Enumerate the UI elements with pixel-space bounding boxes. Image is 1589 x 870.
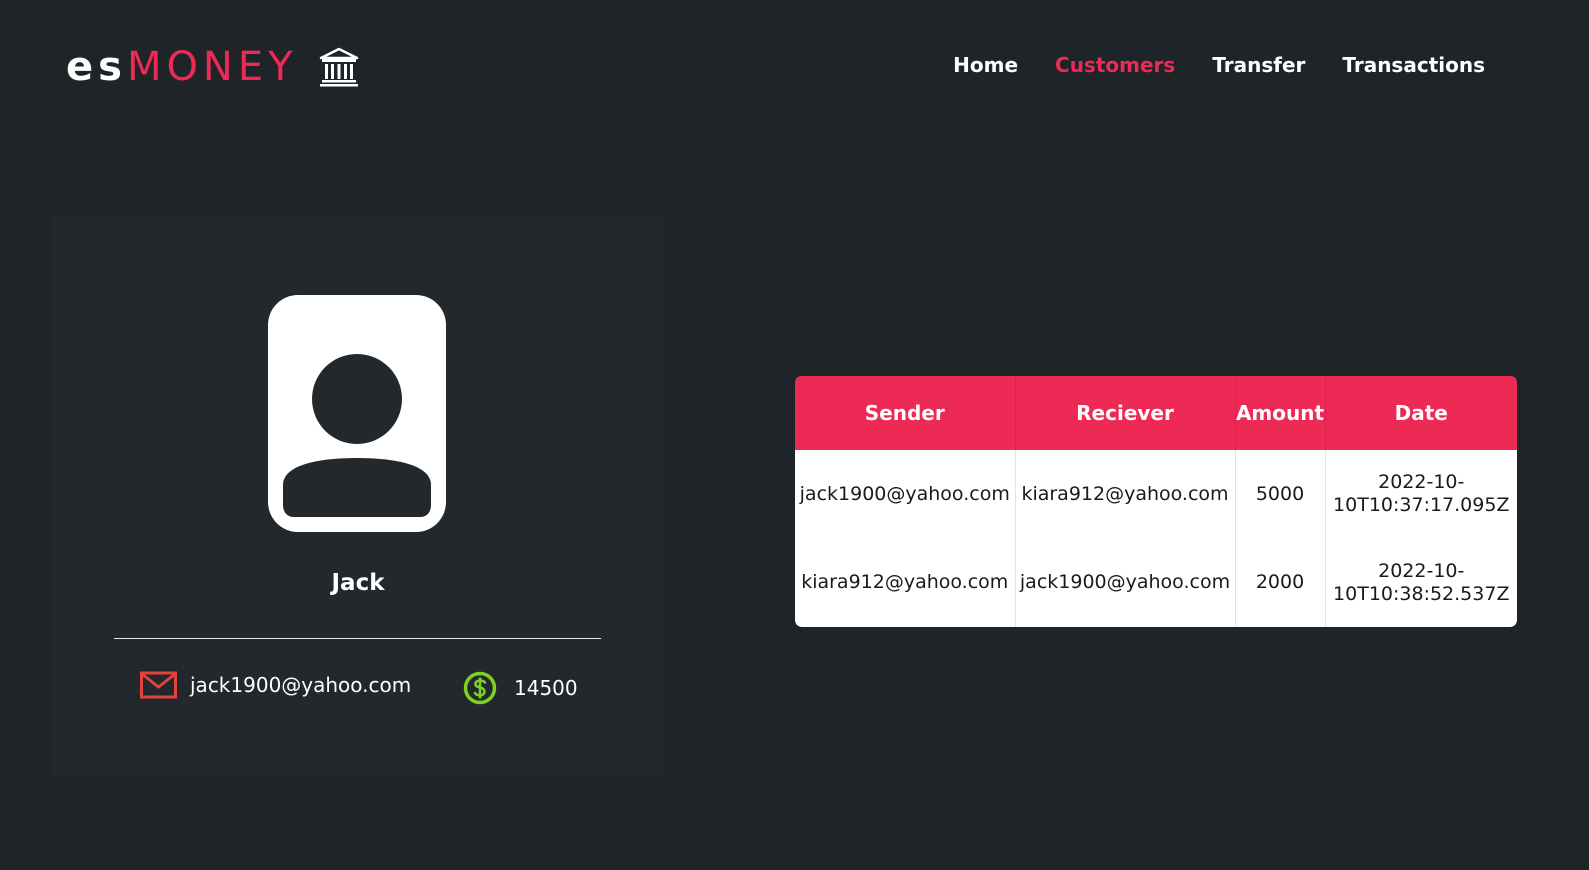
date-line1: 2022-10- bbox=[1378, 471, 1465, 493]
date-line1: 2022-10- bbox=[1378, 559, 1465, 582]
profile-email: jack1900@yahoo.com bbox=[140, 670, 411, 700]
date-cell: 2022-10- 10T10:38:52.537Z bbox=[1325, 538, 1517, 627]
header: esMONEY Home Customers Transfer Transact… bbox=[0, 0, 1589, 130]
profile-card: Jack jack1900@yahoo.com 14500 bbox=[52, 215, 664, 775]
main-nav: Home Customers Transfer Transactions bbox=[916, 50, 1485, 80]
nav-transactions[interactable]: Transactions bbox=[1342, 50, 1485, 80]
nav-transfer[interactable]: Transfer bbox=[1212, 50, 1305, 80]
date-line2: 10T10:37:17.095Z bbox=[1333, 494, 1510, 516]
logo-money: MONEY bbox=[126, 44, 298, 90]
column-header: Sender bbox=[795, 376, 1016, 450]
table-row: jack1900@yahoo.com kiara912@yahoo.com 50… bbox=[795, 450, 1517, 538]
profile-balance: 14500 bbox=[463, 671, 578, 705]
profile-name: Jack bbox=[331, 570, 385, 596]
dollar-circle-icon bbox=[463, 671, 497, 705]
column-header: Date bbox=[1325, 376, 1517, 450]
logo-text: esMONEY bbox=[66, 42, 298, 92]
amount-cell: 5000 bbox=[1235, 450, 1326, 538]
table-row: kiara912@yahoo.com jack1900@yahoo.com 20… bbox=[795, 538, 1517, 627]
amount-cell: 2000 bbox=[1235, 538, 1326, 627]
nav-customers[interactable]: Customers bbox=[1055, 50, 1175, 80]
table-header-row: Sender Reciever Amount Date bbox=[795, 376, 1517, 450]
user-avatar-icon bbox=[268, 295, 446, 532]
transactions-table: Sender Reciever Amount Date jack1900@yah… bbox=[795, 376, 1517, 627]
sender-cell: kiara912@yahoo.com bbox=[795, 538, 1016, 627]
column-header: Reciever bbox=[1015, 376, 1236, 450]
date-line2: 10T10:38:52.537Z bbox=[1333, 582, 1510, 605]
bank-icon bbox=[318, 46, 360, 88]
receiver-cell: jack1900@yahoo.com bbox=[1015, 538, 1236, 627]
logo-es: es bbox=[66, 44, 127, 90]
profile-email-text: jack1900@yahoo.com bbox=[190, 673, 412, 697]
mail-icon bbox=[140, 670, 177, 700]
date-cell: 2022-10- 10T10:37:17.095Z bbox=[1325, 450, 1517, 538]
column-header: Amount bbox=[1235, 376, 1326, 450]
divider bbox=[114, 638, 601, 639]
receiver-cell: kiara912@yahoo.com bbox=[1015, 450, 1236, 538]
sender-cell: jack1900@yahoo.com bbox=[795, 450, 1016, 538]
logo[interactable]: esMONEY bbox=[66, 42, 360, 92]
profile-balance-text: 14500 bbox=[514, 676, 578, 700]
nav-home[interactable]: Home bbox=[953, 50, 1018, 80]
